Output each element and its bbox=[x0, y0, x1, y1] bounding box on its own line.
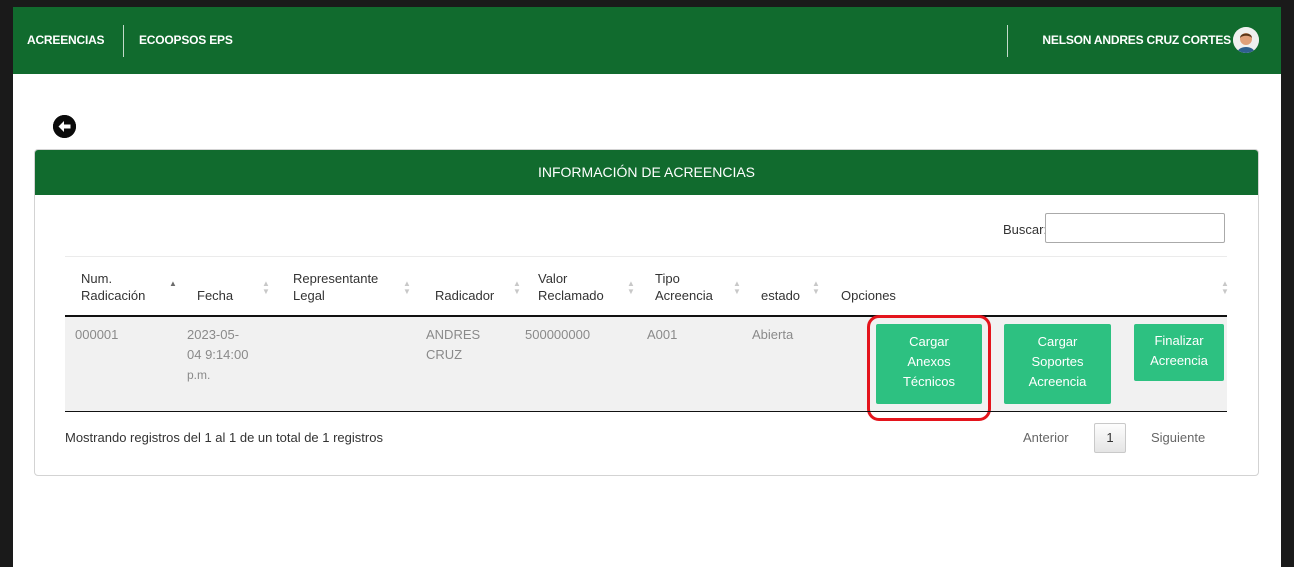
column-header-tipo-acreencia[interactable]: Tipo Acreencia bbox=[655, 270, 713, 304]
cargar-soportes-acreencia-button[interactable]: Cargar Soportes Acreencia bbox=[1004, 324, 1111, 404]
cell-text: 04 9:14:00 bbox=[187, 347, 249, 362]
column-header-radicador[interactable]: Radicador bbox=[435, 287, 494, 304]
column-header-fecha[interactable]: Fecha bbox=[197, 287, 233, 304]
column-header-opciones[interactable]: Opciones bbox=[841, 287, 896, 304]
sort-asc-icon[interactable]: ▲ bbox=[169, 280, 177, 288]
button-label: Acreencia bbox=[1028, 374, 1087, 389]
search-label: Buscar: bbox=[1003, 222, 1048, 237]
sort-icon[interactable]: ▲ ▼ bbox=[627, 280, 635, 296]
pagination-next[interactable]: Siguiente bbox=[1151, 430, 1205, 445]
nav-divider bbox=[123, 25, 124, 57]
pagination-page-1[interactable]: 1 bbox=[1094, 423, 1126, 453]
header-text: Valor bbox=[538, 271, 568, 286]
cell-text: CRUZ bbox=[426, 347, 463, 362]
header-text: Representante bbox=[293, 271, 379, 286]
cell-text: ANDRES bbox=[426, 327, 481, 342]
sort-icon[interactable]: ▲ ▼ bbox=[262, 280, 270, 296]
cell-valor-reclamado: 500000000 bbox=[525, 327, 591, 342]
top-navbar: ACREENCIAS ECOOPSOS EPS NELSON ANDRES CR… bbox=[13, 7, 1281, 74]
table-bottom-border bbox=[65, 411, 1227, 412]
browser-viewport: ACREENCIAS ECOOPSOS EPS NELSON ANDRES CR… bbox=[13, 7, 1281, 567]
header-text: Radicación bbox=[81, 288, 146, 303]
cell-text: 2023-05- bbox=[187, 327, 240, 342]
nav-link-ecoopsos-eps[interactable]: ECOOPSOS EPS bbox=[139, 7, 233, 74]
cell-tipo-acreencia: A001 bbox=[647, 327, 678, 342]
back-arrow-icon[interactable] bbox=[53, 115, 76, 138]
acreencias-card: INFORMACIÓN DE ACREENCIAS Buscar: Num. R… bbox=[34, 149, 1259, 476]
header-text: Reclamado bbox=[538, 288, 604, 303]
search-input[interactable] bbox=[1045, 213, 1225, 243]
card-title: INFORMACIÓN DE ACREENCIAS bbox=[35, 150, 1258, 195]
finalizar-acreencia-button[interactable]: Finalizar Acreencia bbox=[1134, 324, 1224, 381]
sort-icon[interactable]: ▲ ▼ bbox=[733, 280, 741, 296]
column-header-estado[interactable]: estado bbox=[761, 287, 800, 304]
nav-link-acreencias[interactable]: ACREENCIAS bbox=[27, 7, 105, 74]
user-avatar-icon[interactable] bbox=[1233, 27, 1259, 53]
table-info: Mostrando registros del 1 al 1 de un tot… bbox=[65, 430, 383, 445]
cell-fecha: 2023-05- 04 9:14:00 p.m. bbox=[187, 325, 248, 385]
highlight-annotation bbox=[867, 315, 991, 421]
sort-icon[interactable]: ▲ ▼ bbox=[513, 280, 521, 296]
button-label: Acreencia bbox=[1150, 353, 1208, 368]
sort-icon[interactable]: ▲ ▼ bbox=[1221, 280, 1229, 296]
table-top-border bbox=[65, 256, 1227, 257]
cell-num-radicacion: 000001 bbox=[75, 327, 119, 342]
cell-text: p.m. bbox=[187, 368, 211, 382]
cell-estado: Abierta bbox=[752, 327, 794, 342]
button-label: Finalizar bbox=[1154, 333, 1204, 348]
header-text: Tipo bbox=[655, 271, 680, 286]
sort-icon[interactable]: ▲ ▼ bbox=[812, 280, 820, 296]
header-text: Legal bbox=[293, 288, 325, 303]
nav-divider bbox=[1007, 25, 1008, 57]
header-text: Acreencia bbox=[655, 288, 713, 303]
column-header-num-radicacion[interactable]: Num. Radicación bbox=[81, 270, 145, 304]
user-name[interactable]: NELSON ANDRES CRUZ CORTES bbox=[1042, 7, 1231, 74]
cell-radicador: ANDRES CRUZ bbox=[426, 325, 480, 365]
column-header-valor-reclamado[interactable]: Valor Reclamado bbox=[538, 270, 604, 304]
button-label: Soportes bbox=[1031, 354, 1084, 369]
sort-icon[interactable]: ▲ ▼ bbox=[403, 280, 411, 296]
column-header-representante-legal[interactable]: Representante Legal bbox=[293, 270, 378, 304]
pagination-previous[interactable]: Anterior bbox=[1023, 430, 1069, 445]
header-text: Num. bbox=[81, 271, 113, 286]
button-label: Cargar bbox=[1037, 334, 1078, 349]
